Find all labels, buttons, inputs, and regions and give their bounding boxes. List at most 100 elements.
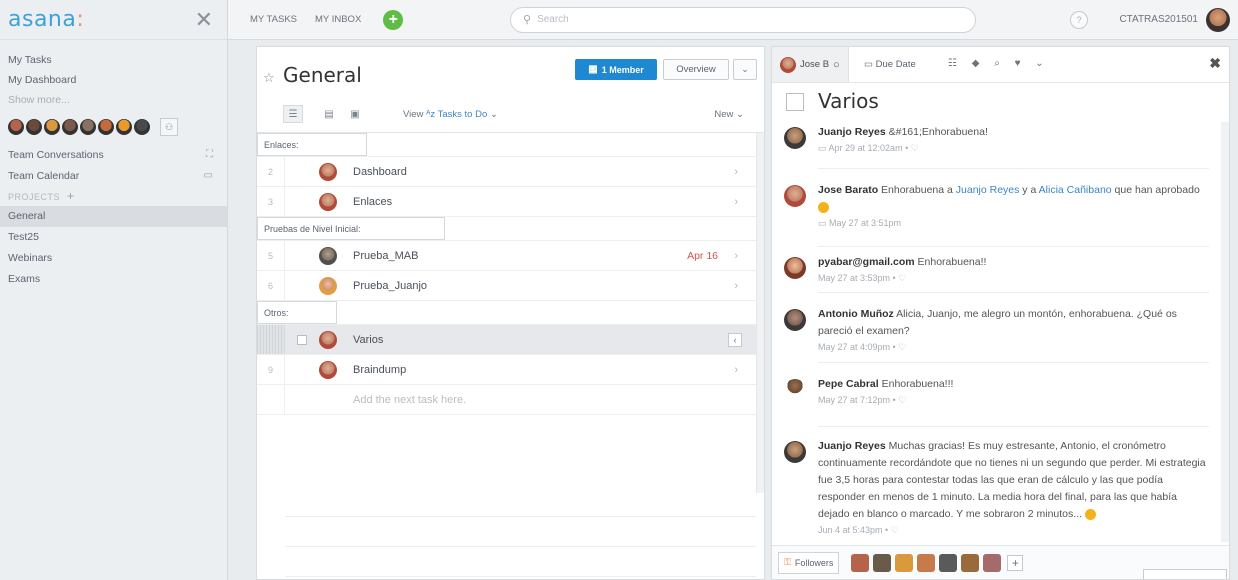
commenter-avatar[interactable] <box>784 127 806 149</box>
task-row[interactable]: 9 Braindump › <box>257 355 764 385</box>
commenter-avatar[interactable] <box>784 379 806 401</box>
team-member-avatar[interactable] <box>116 119 132 135</box>
follower-avatar[interactable] <box>961 553 980 572</box>
sidebar-my-tasks[interactable]: My Tasks <box>0 50 227 70</box>
mention-link[interactable]: Alicia Cañibano <box>1039 184 1112 196</box>
search-input[interactable]: ⚲ Search <box>510 6 976 33</box>
team-member-avatar[interactable] <box>44 119 60 135</box>
member-button[interactable]: ▦ 1 Member <box>575 59 657 80</box>
asana-logo[interactable]: asana: <box>8 7 84 32</box>
comment-meta: May 27 at 3:53pm • ♡ <box>818 273 907 283</box>
my-tasks-tab[interactable]: MY TASKS <box>250 14 297 25</box>
complete-checkbox[interactable] <box>786 93 804 111</box>
comment-author[interactable]: Antonio Muñoz <box>818 308 894 320</box>
comment-author[interactable]: Jose Barato <box>818 184 878 196</box>
team-member-avatar[interactable] <box>8 119 24 135</box>
comment-author[interactable]: pyabar@gmail.com <box>818 256 915 268</box>
task-row[interactable]: 3 Enlaces › <box>257 187 764 217</box>
user-avatar[interactable] <box>1206 7 1230 32</box>
section-header[interactable]: Enlaces: <box>257 133 764 157</box>
my-inbox-tab[interactable]: MY INBOX <box>315 14 361 25</box>
chevron-right-icon[interactable]: › <box>734 280 738 292</box>
add-task-row[interactable]: Add the next task here. <box>257 385 764 415</box>
add-follower-button[interactable]: + <box>1007 554 1024 571</box>
chevron-right-icon[interactable]: › <box>734 250 738 262</box>
team-member-avatar[interactable] <box>62 119 78 135</box>
help-icon[interactable]: ? <box>1070 10 1088 29</box>
close-icon[interactable]: ✖ <box>1209 55 1221 72</box>
commenter-avatar[interactable] <box>784 441 806 463</box>
quick-add-button[interactable]: + <box>383 9 404 30</box>
show-more-link[interactable]: Show more... <box>0 90 227 110</box>
sidebar-team-calendar[interactable]: Team Calendar ▭ <box>0 165 227 186</box>
follower-avatar[interactable] <box>917 553 936 572</box>
team-member-avatar[interactable] <box>80 119 96 135</box>
assignee-button[interactable]: Jose B ○ <box>772 47 849 82</box>
chevron-right-icon[interactable]: › <box>734 196 738 208</box>
team-member-avatar[interactable] <box>98 119 114 135</box>
divider <box>818 362 1209 363</box>
task-row[interactable]: 5 Prueba_MAB Apr 16 › <box>257 241 764 271</box>
chevron-down-icon[interactable]: ⌄ <box>733 59 757 80</box>
sidebar-my-dashboard[interactable]: My Dashboard <box>0 70 227 90</box>
task-row[interactable]: 6 Prueba_Juanjo › <box>257 271 764 301</box>
chevron-right-icon[interactable]: › <box>734 364 738 376</box>
overview-button[interactable]: Overview <box>663 59 729 80</box>
assignee-avatar[interactable] <box>319 360 337 379</box>
task-checkbox[interactable] <box>297 334 307 345</box>
section-label: Otros: <box>257 301 337 324</box>
follower-avatar[interactable] <box>873 553 892 572</box>
commenter-avatar[interactable] <box>784 185 806 207</box>
assignee-avatar[interactable] <box>319 162 337 181</box>
detail-scrollbar[interactable] <box>1221 122 1229 542</box>
drag-handle[interactable] <box>257 325 285 354</box>
calendar-view-icon[interactable]: ▤ <box>319 105 339 123</box>
mention-link[interactable]: Juanjo Reyes <box>956 184 1020 196</box>
commenter-avatar[interactable] <box>784 309 806 331</box>
files-view-icon[interactable]: ▣ <box>345 105 365 123</box>
project-exams[interactable]: Exams <box>0 269 227 290</box>
project-general[interactable]: General <box>0 206 227 227</box>
project-webinars[interactable]: Webinars <box>0 248 227 269</box>
task-name: Braindump <box>353 363 407 376</box>
comment-author[interactable]: Juanjo Reyes <box>818 440 886 452</box>
list-view-icon[interactable]: ☰ <box>283 105 303 123</box>
due-date[interactable]: Apr 16 <box>687 250 718 262</box>
project-test25[interactable]: Test25 <box>0 227 227 248</box>
comment-meta: May 27 at 7:12pm • ♡ <box>818 395 907 405</box>
follower-avatar[interactable] <box>851 553 870 572</box>
comment-author[interactable]: Juanjo Reyes <box>818 126 886 138</box>
user-name[interactable]: CTATRAS201501 <box>1119 14 1198 25</box>
collapse-detail-icon[interactable]: ‹ <box>728 332 742 347</box>
commenter-avatar[interactable] <box>784 257 806 279</box>
chevron-right-icon[interactable]: › <box>734 166 738 178</box>
task-list-scrollbar[interactable] <box>756 133 764 493</box>
comment-author[interactable]: Pepe Cabral <box>818 378 879 390</box>
task-row-selected[interactable]: Varios ‹ <box>257 325 764 355</box>
team-member-avatar[interactable] <box>134 119 150 135</box>
view-filter[interactable]: View ᴬz Tasks to Do ⌄ <box>403 109 498 120</box>
add-project-icon[interactable]: + <box>67 189 75 203</box>
new-task-dropdown[interactable]: New ⌄ <box>714 109 744 120</box>
sidebar-team-conversations[interactable]: Team Conversations ⛶ <box>0 144 227 165</box>
assignee-avatar[interactable] <box>319 192 337 211</box>
section-header[interactable]: Pruebas de Nivel Inicial: <box>257 217 764 241</box>
close-sidebar-icon[interactable]: ✕ <box>195 8 213 31</box>
assignee-avatar[interactable] <box>319 276 337 295</box>
assignee-avatar[interactable] <box>319 330 337 349</box>
follower-avatar[interactable] <box>939 553 958 572</box>
followers-button[interactable]: ⚿ Followers <box>778 551 840 574</box>
section-header[interactable]: Otros: <box>257 301 764 325</box>
assignee-avatar[interactable] <box>319 246 337 265</box>
members-icon[interactable]: ⚇ <box>160 118 178 136</box>
chat-tab[interactable] <box>1143 569 1227 579</box>
team-member-avatar[interactable] <box>26 119 42 135</box>
detail-task-title[interactable]: Varios <box>818 89 879 113</box>
follower-avatar[interactable] <box>983 553 1002 572</box>
follower-avatar[interactable] <box>895 553 914 572</box>
due-date-button[interactable]: ▭ Due Date <box>864 59 916 70</box>
task-row[interactable]: 2 Dashboard › <box>257 157 764 187</box>
favorite-star-icon[interactable]: ☆ <box>263 71 275 86</box>
detail-action-icons[interactable]: ☷ ◆ ⌕ ♥ ⌄ <box>948 58 1050 69</box>
smiley-icon <box>818 201 829 213</box>
